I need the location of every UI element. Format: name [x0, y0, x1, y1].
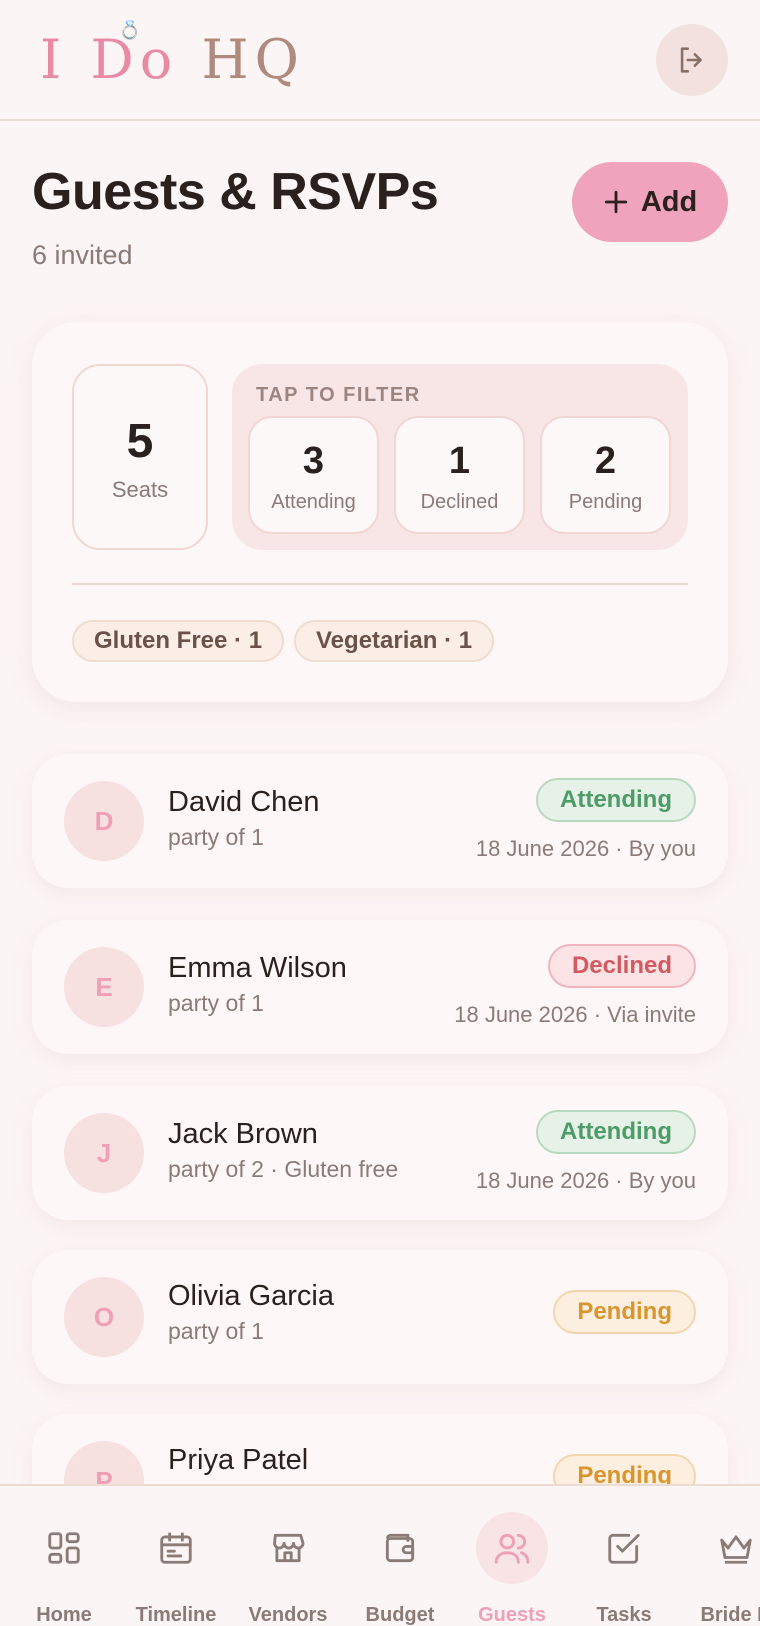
guest-detail: party of 1	[168, 990, 264, 1016]
crown-icon	[720, 1535, 752, 1564]
guest-detail: party of 1	[168, 824, 264, 850]
dietary-tag-gluten-free[interactable]: Gluten Free · 1	[72, 620, 285, 662]
filter-value: 1	[448, 440, 471, 482]
users-icon	[494, 1533, 530, 1564]
nav-icon-wrap	[588, 1512, 660, 1584]
guest-meta: 18 June 2026 · By you	[475, 836, 696, 861]
nav-item-home[interactable]: Home	[8, 1486, 120, 1626]
status-badge[interactable]: Attending	[536, 778, 696, 822]
guest-card[interactable]: J Jack Brown party of 2 · Gluten free At…	[32, 1086, 728, 1220]
filter-pending[interactable]: 2 Pending	[540, 416, 671, 534]
guest-card[interactable]: E Emma Wilson party of 1 Declined 18 Jun…	[32, 920, 728, 1054]
guest-name: Jack Brown	[168, 1118, 318, 1150]
seats-label: Seats	[111, 477, 169, 502]
logo-hq: HQ	[201, 28, 305, 91]
checkbox-icon	[608, 1533, 640, 1564]
guest-name: David Chen	[168, 786, 320, 818]
guest-meta: 18 June 2026 · Via invite	[454, 1002, 696, 1027]
app-logo[interactable]: I Do 💍 HQ	[40, 20, 305, 91]
nav-icon-wrap	[700, 1512, 760, 1584]
nav-label: Bride H	[700, 1604, 760, 1626]
store-icon	[273, 1533, 305, 1563]
guest-detail: party of 1	[168, 1318, 264, 1344]
guest-card[interactable]: O Olivia Garcia party of 1 Pending	[32, 1250, 728, 1384]
filter-declined[interactable]: 1 Declined	[394, 416, 525, 534]
home-grid-icon	[48, 1532, 80, 1564]
calendar-icon	[160, 1532, 192, 1564]
bottom-nav: Home Timeline Vendors Budget Guests Task…	[0, 1484, 760, 1626]
nav-item-tasks[interactable]: Tasks	[568, 1486, 680, 1626]
add-guest-button[interactable]: Add	[572, 162, 728, 242]
status-badge[interactable]: Declined	[547, 944, 696, 988]
guest-name: Priya Patel	[168, 1444, 309, 1476]
nav-item-timeline[interactable]: Timeline	[120, 1486, 232, 1626]
filter-value: 2	[594, 440, 617, 482]
invited-count: 6 invited	[32, 240, 133, 270]
guest-name: Emma Wilson	[168, 952, 347, 984]
filter-label: Pending	[568, 491, 643, 513]
logout-button[interactable]	[656, 24, 728, 96]
nav-icon-wrap	[364, 1512, 436, 1584]
avatar: E	[64, 947, 144, 1027]
guest-meta: 18 June 2026 · By you	[475, 1168, 696, 1193]
card-divider	[72, 583, 688, 585]
page-title: Guests & RSVPs	[32, 163, 439, 221]
seats-stat: 5 Seats	[72, 364, 208, 550]
filter-attending[interactable]: 3 Attending	[248, 416, 379, 534]
guest-card[interactable]: D David Chen party of 1 Attending 18 Jun…	[32, 754, 728, 888]
nav-item-bride-hub[interactable]: Bride H	[680, 1486, 760, 1626]
avatar: O	[64, 1277, 144, 1357]
status-badge[interactable]: Pending	[553, 1290, 696, 1334]
nav-icon-wrap	[476, 1512, 548, 1584]
app-header: I Do 💍 HQ	[0, 0, 760, 121]
logo-i: I	[40, 28, 68, 91]
filter-label: Declined	[420, 491, 499, 513]
avatar: J	[64, 1113, 144, 1193]
logout-icon	[680, 47, 702, 73]
nav-icon-wrap	[252, 1512, 324, 1584]
avatar: D	[64, 781, 144, 861]
dietary-tag-vegetarian[interactable]: Vegetarian · 1	[294, 620, 495, 662]
nav-item-guests[interactable]: Guests	[456, 1486, 568, 1626]
nav-item-budget[interactable]: Budget	[344, 1486, 456, 1626]
nav-icon-wrap	[140, 1512, 212, 1584]
wallet-icon	[385, 1533, 415, 1563]
filter-label: Attending	[271, 491, 356, 513]
nav-item-vendors[interactable]: Vendors	[232, 1486, 344, 1626]
ring-icon: 💍	[118, 20, 147, 41]
plus-icon	[604, 190, 627, 214]
filter-title: TAP TO FILTER	[256, 384, 421, 406]
nav-icon-wrap	[28, 1512, 100, 1584]
guest-detail: party of 2 · Gluten free	[168, 1156, 399, 1182]
seats-value: 5	[126, 415, 154, 468]
rsvp-summary-card: 5 Seats TAP TO FILTER 3 Attending 1 Decl…	[32, 322, 728, 702]
status-badge[interactable]: Attending	[536, 1110, 696, 1154]
rsvp-filter-panel: TAP TO FILTER 3 Attending 1 Declined 2 P…	[232, 364, 688, 550]
filter-value: 3	[302, 440, 325, 482]
guest-name: Olivia Garcia	[168, 1280, 334, 1312]
logo-do: Do 💍	[90, 20, 179, 91]
add-button-label: Add	[640, 185, 698, 218]
